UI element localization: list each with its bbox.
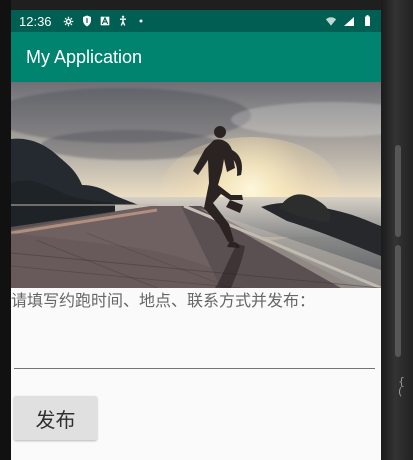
font-icon	[99, 15, 111, 27]
emulator-left-bezel	[0, 0, 11, 460]
battery-icon	[361, 15, 373, 27]
run-info-input-line	[14, 328, 375, 369]
status-left-group: 12:36	[19, 14, 147, 29]
accessibility-icon	[117, 15, 129, 27]
run-info-input[interactable]	[14, 328, 375, 364]
status-bar: 12:36	[11, 10, 381, 32]
app-toolbar: My Application	[11, 32, 381, 82]
emulator-side-button-lower	[395, 245, 401, 357]
settings-icon	[63, 15, 75, 27]
shield-icon	[81, 15, 93, 27]
android-phone-screen: 12:36 My Application 请填写约跑时间、地点、联系方式并发布：…	[11, 10, 381, 460]
signal-icon	[343, 15, 355, 27]
runner-photo	[11, 82, 381, 288]
status-time: 12:36	[19, 13, 52, 29]
instruction-text: 请填写约跑时间、地点、联系方式并发布：	[11, 291, 316, 310]
status-right-group	[325, 15, 373, 27]
app-title: My Application	[26, 46, 143, 67]
emulator-side-button-upper	[395, 145, 401, 237]
wifi-icon	[325, 15, 337, 27]
android-emulator-frame: 12:36 My Application 请填写约跑时间、地点、联系方式并发布：…	[0, 0, 413, 460]
runner-photo-illustration	[11, 126, 381, 288]
dot-icon	[135, 15, 147, 27]
emulator-side-bracket: {(	[398, 375, 405, 398]
publish-button[interactable]: 发布	[14, 396, 97, 440]
